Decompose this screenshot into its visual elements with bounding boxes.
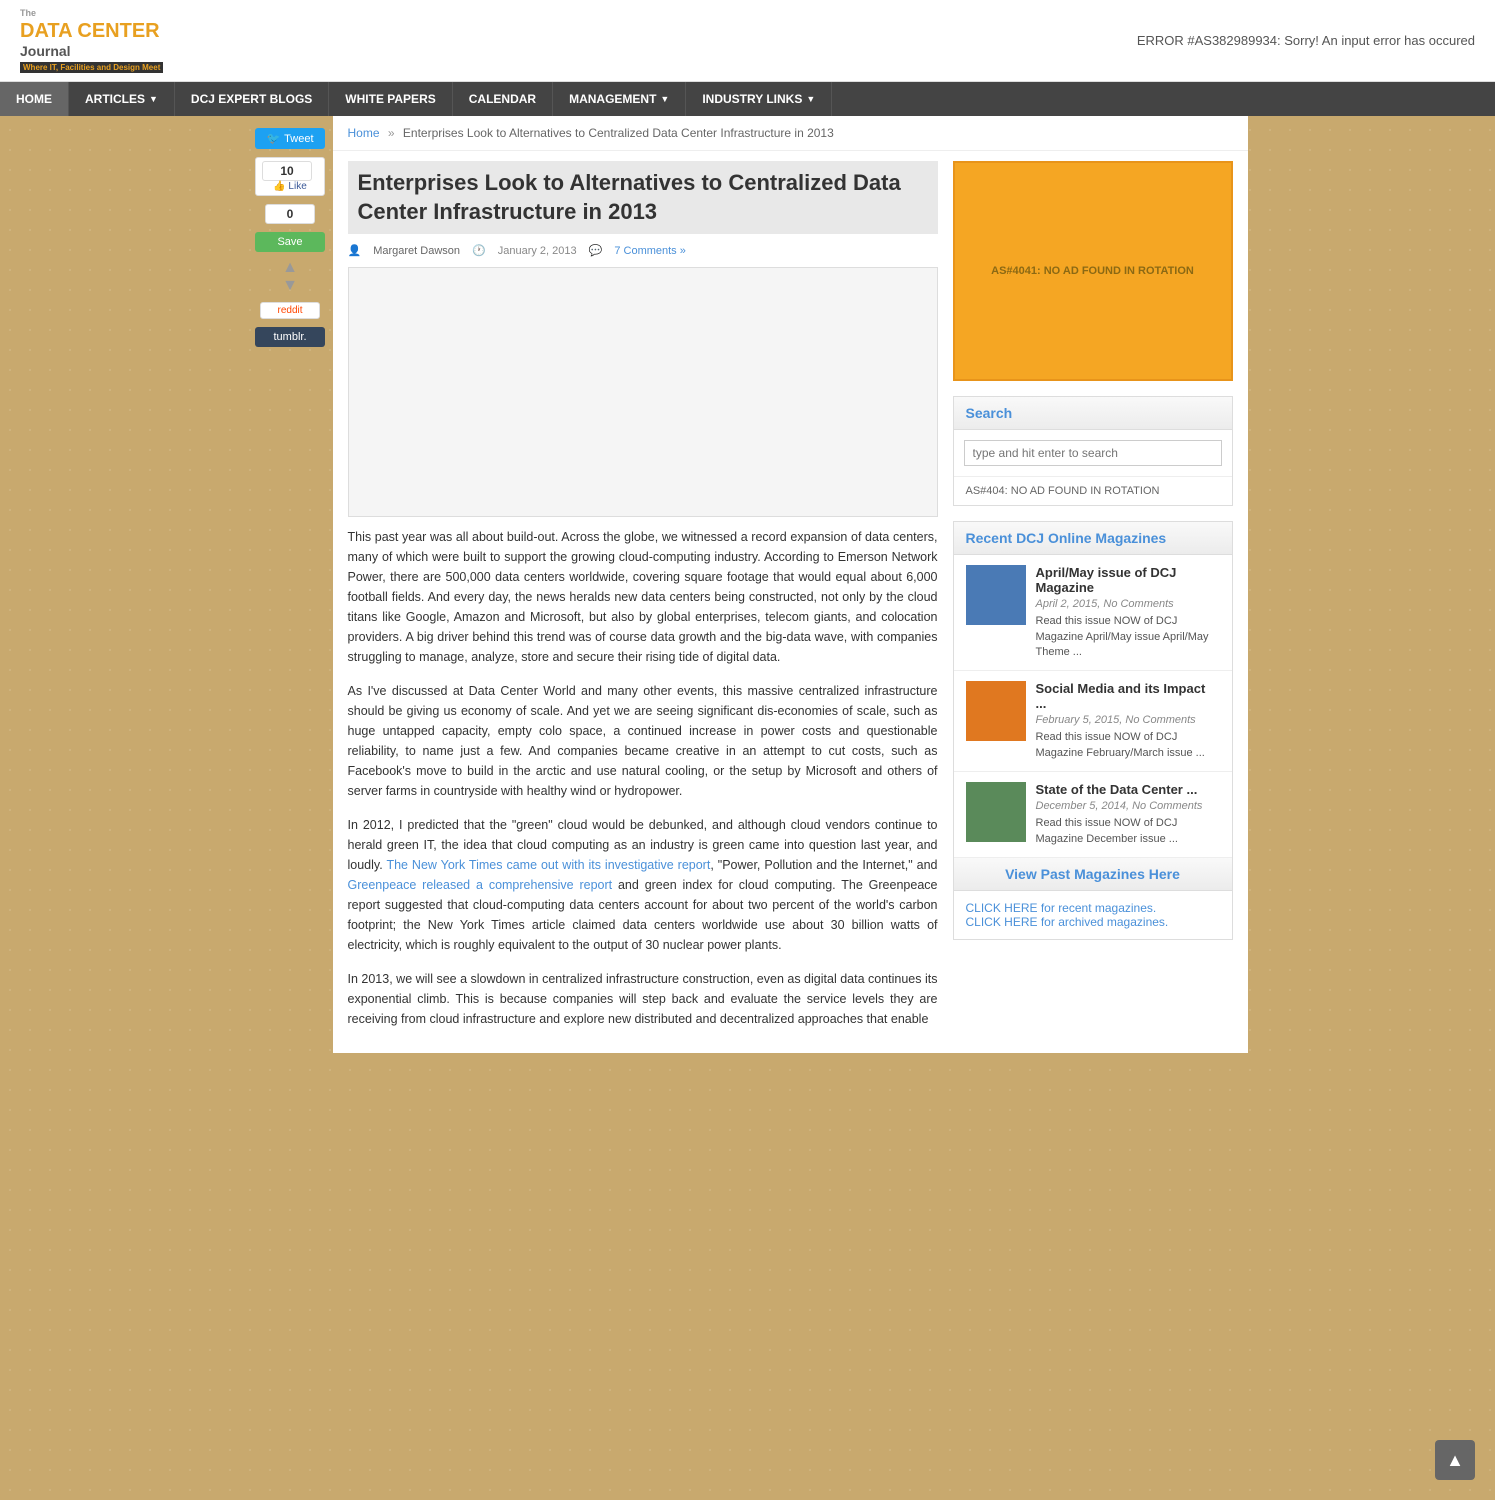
date-icon: 🕐 (472, 244, 486, 257)
industry-arrow: ▼ (806, 94, 815, 104)
report-link[interactable]: a comprehensive report (476, 878, 612, 892)
magazine-thumb-2 (966, 681, 1026, 741)
nav: HOME ARTICLES ▼ DCJ EXPERT BLOGS WHITE P… (0, 82, 1495, 116)
magazine-item-2: Social Media and its Impact ... February… (954, 671, 1232, 772)
fb-count: 10 (262, 161, 312, 181)
share-count: 0 (265, 204, 315, 224)
magazine-title-3[interactable]: State of the Data Center ... (1036, 782, 1220, 797)
main-wrapper: 🐦 Tweet 10 👍 Like 0 Save ▲ ▼ reddit tumb… (248, 116, 1248, 1053)
arrow-down-icon[interactable]: ▼ (282, 278, 298, 294)
articles-arrow: ▼ (149, 94, 158, 104)
arrow-up-icon[interactable]: ▲ (282, 260, 298, 276)
sidebar-ad-text: AS#4041: NO AD FOUND IN ROTATION (991, 265, 1194, 277)
click-here-recent: CLICK HERE for recent magazines. (966, 901, 1220, 915)
greenpeace-link[interactable]: Greenpeace released (348, 878, 471, 892)
magazine-thumb-3 (966, 782, 1026, 842)
magazine-date-3: December 5, 2014, No Comments (1036, 800, 1220, 812)
archived-magazines-link[interactable]: CLICK HERE for archived magazines. (966, 915, 1169, 929)
magazine-desc-2: Read this issue NOW of DCJ Magazine Febr… (1036, 730, 1220, 761)
error-banner: ERROR #AS382989934: Sorry! An input erro… (1137, 33, 1475, 48)
logo-area: The DATA CENTER Journal Where IT, Facili… (20, 8, 163, 73)
magazine-info-2: Social Media and its Impact ... February… (1036, 681, 1220, 761)
nav-articles[interactable]: ARTICLES ▼ (69, 82, 175, 116)
article-date: January 2, 2013 (498, 245, 577, 257)
search-input[interactable] (964, 440, 1222, 466)
twitter-icon: 🐦 (266, 132, 280, 145)
magazines-widget: Recent DCJ Online Magazines April/May is… (953, 521, 1233, 940)
tumblr-label: tumblr. (273, 331, 306, 343)
magazine-desc-1: Read this issue NOW of DCJ Magazine Apri… (1036, 614, 1220, 660)
magazine-date-2: February 5, 2015, No Comments (1036, 714, 1220, 726)
article-comments: 7 Comments » (614, 245, 686, 257)
social-sidebar: 🐦 Tweet 10 👍 Like 0 Save ▲ ▼ reddit tumb… (248, 116, 333, 1053)
author-icon: 👤 (348, 244, 362, 257)
fb-like-box: 10 👍 Like (255, 157, 325, 196)
search-widget-title: Search (954, 397, 1232, 430)
search-widget: Search AS#404: NO AD FOUND IN ROTATION (953, 396, 1233, 506)
nav-calendar[interactable]: CALENDAR (453, 82, 553, 116)
nav-blogs[interactable]: DCJ EXPERT BLOGS (175, 82, 329, 116)
nav-home[interactable]: HOME (0, 82, 69, 116)
reddit-label: reddit (277, 305, 302, 316)
breadcrumb-sep: » (388, 126, 395, 140)
content-area: Home » Enterprises Look to Alternatives … (333, 116, 1248, 1053)
magazine-thumb-1 (966, 565, 1026, 625)
logo-journal: Journal (20, 43, 163, 60)
nav-whitepapers[interactable]: WHITE PAPERS (329, 82, 452, 116)
article-para-2: As I've discussed at Data Center World a… (348, 681, 938, 801)
nav-management[interactable]: MANAGEMENT ▼ (553, 82, 686, 116)
breadcrumb-home[interactable]: Home (348, 126, 380, 140)
comment-icon: 💬 (589, 244, 603, 257)
click-here-area: CLICK HERE for recent magazines. CLICK H… (954, 891, 1232, 939)
magazine-item-1: April/May issue of DCJ Magazine April 2,… (954, 555, 1232, 671)
article-author: Margaret Dawson (373, 245, 460, 257)
article-para-3: In 2012, I predicted that the "green" cl… (348, 815, 938, 955)
recent-magazines-link[interactable]: CLICK HERE for recent magazines. (966, 901, 1157, 915)
breadcrumb: Home » Enterprises Look to Alternatives … (333, 116, 1248, 151)
magazines-title: Recent DCJ Online Magazines (954, 522, 1232, 555)
view-past-button[interactable]: View Past Magazines Here (954, 858, 1232, 891)
tweet-label: Tweet (284, 133, 313, 145)
article-para-4: In 2013, we will see a slowdown in centr… (348, 969, 938, 1029)
magazine-info-1: April/May issue of DCJ Magazine April 2,… (1036, 565, 1220, 660)
nav-industry[interactable]: INDUSTRY LINKS ▼ (686, 82, 832, 116)
save-button[interactable]: Save (255, 232, 325, 252)
logo-tagline: Where IT, Facilities and Design Meet (20, 62, 163, 74)
sidebar-ad: AS#4041: NO AD FOUND IN ROTATION (953, 161, 1233, 381)
magazine-date-1: April 2, 2015, No Comments (1036, 598, 1220, 610)
magazine-item-3: State of the Data Center ... December 5,… (954, 772, 1232, 858)
comments-link[interactable]: 7 Comments » (614, 245, 686, 257)
article-sidebar: AS#4041: NO AD FOUND IN ROTATION Search … (953, 161, 1233, 1043)
magazine-desc-3: Read this issue NOW of DCJ Magazine Dece… (1036, 816, 1220, 847)
article-main: Enterprises Look to Alternatives to Cent… (348, 161, 938, 1043)
fb-like-label[interactable]: 👍 Like (262, 181, 318, 192)
tumblr-button[interactable]: tumblr. (255, 327, 325, 347)
article-title: Enterprises Look to Alternatives to Cent… (348, 161, 938, 234)
magazine-title-2[interactable]: Social Media and its Impact ... (1036, 681, 1220, 711)
magazine-info-3: State of the Data Center ... December 5,… (1036, 782, 1220, 847)
article-para-1: This past year was all about build-out. … (348, 527, 938, 667)
tweet-button[interactable]: 🐦 Tweet (255, 128, 325, 149)
breadcrumb-current: Enterprises Look to Alternatives to Cent… (403, 126, 834, 140)
article-body: This past year was all about build-out. … (348, 527, 938, 1029)
nyt-link[interactable]: The New York Times came out with its inv… (386, 858, 710, 872)
logo-datacenter: DATA CENTER (20, 19, 163, 43)
share-arrows: ▲ ▼ (282, 260, 298, 294)
logo-the: The (20, 8, 163, 19)
click-here-archived: CLICK HERE for archived magazines. (966, 915, 1220, 929)
article-area: Enterprises Look to Alternatives to Cent… (333, 151, 1248, 1053)
article-meta: 👤 Margaret Dawson 🕐 January 2, 2013 💬 7 … (348, 244, 938, 257)
search-widget-body (954, 430, 1232, 476)
back-to-top-button[interactable]: ▲ (1435, 1440, 1475, 1480)
logo-text: The DATA CENTER Journal Where IT, Facili… (20, 8, 163, 73)
article-ad (348, 267, 938, 517)
reddit-button[interactable]: reddit (260, 302, 320, 319)
search-ad-note: AS#404: NO AD FOUND IN ROTATION (954, 476, 1232, 505)
magazine-title-1[interactable]: April/May issue of DCJ Magazine (1036, 565, 1220, 595)
save-label: Save (277, 236, 302, 248)
management-arrow: ▼ (660, 94, 669, 104)
header: The DATA CENTER Journal Where IT, Facili… (0, 0, 1495, 82)
